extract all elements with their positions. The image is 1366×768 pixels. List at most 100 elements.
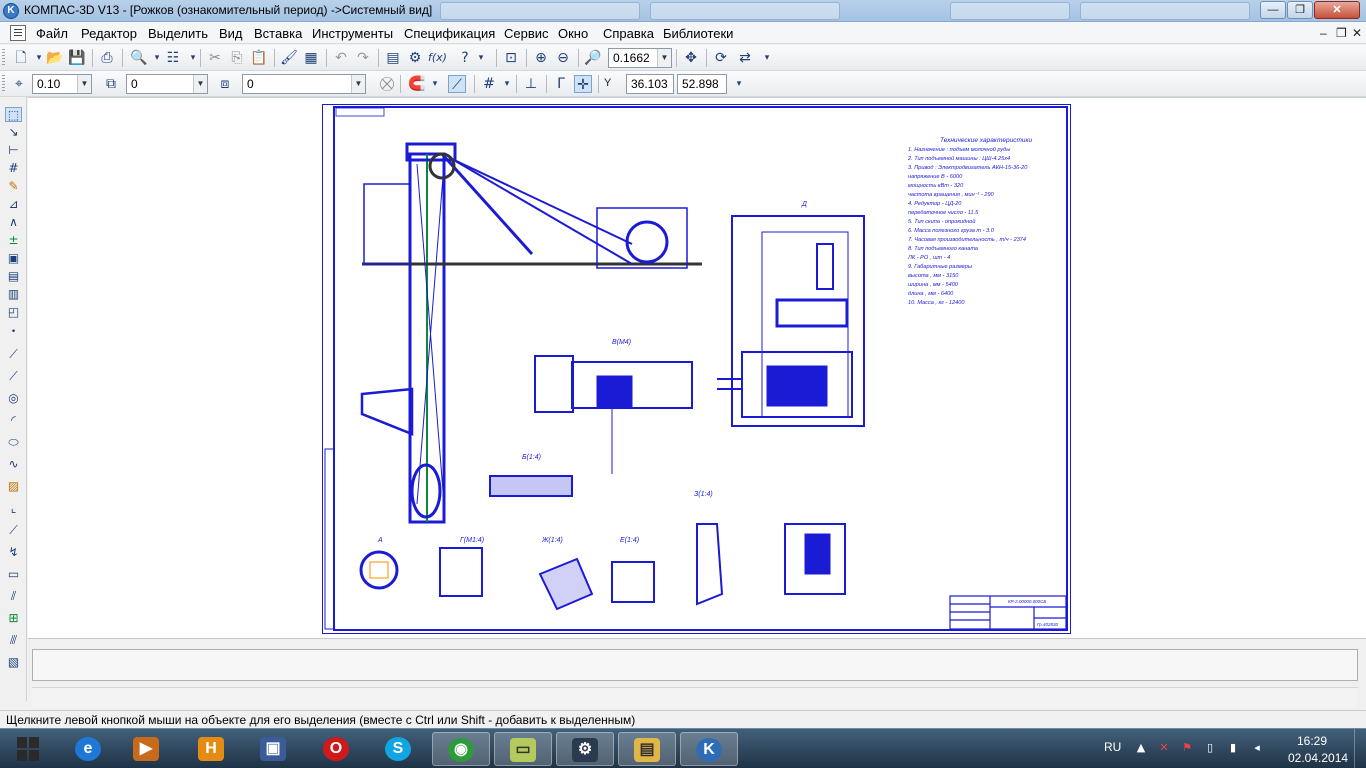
minimize-button[interactable]: — [1260,1,1286,19]
x-coord-field[interactable]: 36.103 [626,74,674,94]
select-icon[interactable]: ⬚ [5,107,22,122]
collect-contour-icon[interactable]: ↯ [5,545,22,560]
designations-icon[interactable]: # [5,161,22,176]
menu-editor[interactable]: Редактор [81,26,137,41]
copy-icon[interactable]: ⎘ [228,49,246,67]
taskbar-h-app[interactable]: H [183,732,241,766]
table-icon[interactable]: ▦ [302,49,320,67]
view-field[interactable]: 0 ▼ [126,74,208,94]
snap-magnet-icon[interactable]: 🧲 [408,75,426,93]
volume-icon[interactable]: ◂ [1250,741,1264,755]
chamfer-icon[interactable]: ⌞ [5,501,22,516]
show-desktop-button[interactable] [1354,729,1366,768]
windows-start-icon[interactable] [6,731,50,767]
view-icon[interactable]: ⧉ [102,75,120,93]
print-preview-icon[interactable]: 🔍 [130,49,148,67]
manager-icon[interactable]: ▤ [384,49,402,67]
redo-icon[interactable]: ↷ [354,49,372,67]
toolbar-grip[interactable] [2,75,5,93]
ellipse-icon[interactable]: ⬭ [5,435,22,450]
measure-icon[interactable]: ∧ [5,215,22,230]
chevron-down-icon[interactable]: ▼ [657,49,671,67]
selection-icon[interactable]: ± [5,233,22,248]
signal-icon[interactable]: ▮ [1226,741,1240,755]
chevron-down-icon[interactable]: ▼ [351,75,365,93]
spline-icon[interactable]: ∿ [5,457,22,472]
offset-icon[interactable]: ⟋ [5,523,22,538]
menu-insert[interactable]: Вставка [254,26,302,41]
taskbar-ie[interactable]: e [60,732,118,766]
arc-icon[interactable]: ◜ [5,413,22,428]
snaps-icon[interactable]: ✛ [574,75,592,93]
chevron-down-icon[interactable]: ▼ [77,75,91,93]
restore-button[interactable]: ❐ [1287,1,1313,19]
dropdown-arrow-icon[interactable]: ▾ [472,49,490,67]
pan-icon[interactable]: ✥ [682,49,700,67]
associative-views-icon[interactable]: ▣ [5,251,22,266]
menu-select[interactable]: Выделить [148,26,208,41]
edit-icon[interactable]: ✎ [5,179,22,194]
formula-icon[interactable]: f(x) [428,49,447,67]
menu-specification[interactable]: Спецификация [404,26,495,41]
undo-icon[interactable]: ↶ [332,49,350,67]
layer-field[interactable]: 0 ▼ [242,74,366,94]
geometry-icon[interactable]: ↘ [5,125,22,140]
clock-time[interactable]: 16:29 [1297,734,1327,748]
taskbar-chrome[interactable]: ◉ [432,732,490,766]
round-icon[interactable]: Γ [552,75,570,93]
open-icon[interactable]: 📂 [46,49,64,67]
menu-view[interactable]: Вид [219,26,243,41]
tray-expand-icon[interactable]: ▲ [1134,741,1148,755]
zoom-out-icon[interactable]: ⊖ [554,49,572,67]
parametrization-icon[interactable]: ⊿ [5,197,22,212]
point-icon[interactable]: • [5,325,22,340]
taskbar-kompas[interactable]: K [680,732,738,766]
cut-icon[interactable]: ✂ [206,49,224,67]
dimensions-icon[interactable]: ⊢ [5,143,22,158]
zoom-window-icon[interactable]: ⊡ [502,49,520,67]
insert-icon[interactable]: ◰ [5,305,22,320]
macro-icon[interactable]: ⊞ [5,611,22,626]
menu-libraries[interactable]: Библиотеки [663,26,733,41]
filter-icon[interactable]: ⛒ [378,75,396,93]
drawing-sheet[interactable]: Д В(М4) Б(1:4) З(1:4) А Г(М1:4) Ж(1:4) Е… [322,104,1071,634]
zoom-field[interactable]: 0.1662 ▼ [608,48,672,68]
spec-icon[interactable]: ▤ [5,269,22,284]
taskbar-opera[interactable]: O [308,732,366,766]
taskbar-notes[interactable]: ▭ [494,732,552,766]
taskbar-media[interactable]: ▶ [118,732,176,766]
menu-window[interactable]: Окно [558,26,588,41]
network-alert-icon[interactable]: ✕ [1157,741,1171,755]
document-menu-icon[interactable] [10,25,26,41]
mdi-close-button[interactable]: ✕ [1352,26,1362,40]
taskbar-skype[interactable]: S [370,732,428,766]
menu-file[interactable]: Файл [36,26,68,41]
clock-date[interactable]: 02.04.2014 [1288,751,1348,765]
usb-icon[interactable]: ▯ [1203,741,1217,755]
axis-icon[interactable]: ⫻ [5,633,22,648]
refresh-icon[interactable]: ⟳ [712,49,730,67]
security-alert-icon[interactable]: ⚑ [1180,741,1194,755]
rectangle-icon[interactable]: ▭ [5,567,22,582]
zoom-in-icon[interactable]: ⊕ [532,49,550,67]
redraw-icon[interactable]: ⇄ [736,49,754,67]
reports-icon[interactable]: ▥ [5,287,22,302]
menu-service[interactable]: Сервис [504,26,549,41]
format-painter-icon[interactable]: 🖌 [280,49,298,67]
zoom-scale-icon[interactable]: 🔎 [584,49,602,67]
step-field[interactable]: 0.10 ▼ [32,74,92,94]
toolbar-overflow-icon[interactable]: ▾ [758,49,776,67]
mdi-minimize-button[interactable]: – [1320,26,1327,40]
equidistant-icon[interactable]: ⫽ [5,589,22,604]
menu-tools[interactable]: Инструменты [312,26,393,41]
taskbar-explorer[interactable]: ▤ [618,732,676,766]
layer-icon[interactable]: ⧈ [216,75,234,93]
local-cs-icon[interactable]: ⊥ [522,75,540,93]
properties-icon[interactable]: ☷ [164,49,182,67]
dropdown-arrow-icon[interactable]: ▾ [498,75,516,93]
segment-icon[interactable]: ⟋ [5,347,22,362]
y-coord-field[interactable]: 52.898 [677,74,727,94]
grid-icon[interactable]: # [480,75,498,93]
toolbar-grip[interactable] [2,49,5,67]
new-document-icon[interactable]: 🗋 [12,49,30,67]
